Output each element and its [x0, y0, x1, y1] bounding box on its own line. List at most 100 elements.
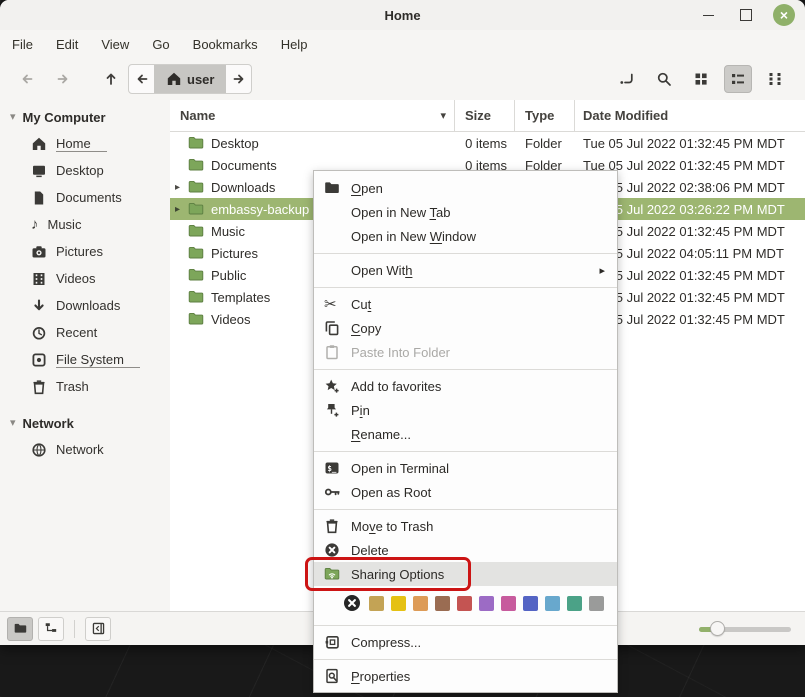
search-button[interactable]	[650, 65, 678, 93]
menu-item-pin[interactable]: Pin	[314, 398, 617, 422]
svg-text:$_: $_	[327, 464, 337, 473]
color-swatch-4[interactable]	[457, 596, 472, 611]
download-icon	[31, 298, 47, 314]
menubar-item-view[interactable]: View	[99, 35, 131, 54]
file-row-desktop[interactable]: Desktop0 itemsFolderTue 05 Jul 2022 01:3…	[170, 132, 805, 154]
close-button[interactable]: ×	[773, 4, 795, 26]
sidebar-item-label: Videos	[56, 271, 96, 286]
menu-item-cut[interactable]: ✂Cut	[314, 292, 617, 316]
folder-icon	[188, 289, 204, 305]
sidebar-item-home[interactable]: Home	[0, 130, 170, 157]
menu-item-delete[interactable]: Delete	[314, 538, 617, 562]
color-swatch-6[interactable]	[501, 596, 516, 611]
toggle-location-entry-button[interactable]	[613, 65, 641, 93]
menu-item-open-in-new-window[interactable]: Open in New Window	[314, 224, 617, 248]
column-header-label: Type	[525, 108, 554, 123]
file-type-cell: Folder	[515, 136, 575, 151]
sidebar-item-pictures[interactable]: Pictures	[0, 238, 170, 265]
sidebar-item-label: Trash	[56, 379, 89, 394]
minimize-button[interactable]	[697, 4, 719, 26]
menubar-item-help[interactable]: Help	[279, 35, 310, 54]
sidebar-item-desktop[interactable]: Desktop	[0, 157, 170, 184]
menubar-item-bookmarks[interactable]: Bookmarks	[191, 35, 260, 54]
hide-sidebar-button[interactable]	[85, 617, 111, 641]
file-name-label: Desktop	[211, 136, 259, 151]
menubar-item-file[interactable]: File	[10, 35, 35, 54]
show-places-button[interactable]	[7, 617, 33, 641]
sidebar-item-file-system[interactable]: File System	[0, 346, 170, 373]
sidebar-item-recent[interactable]: Recent	[0, 319, 170, 346]
menu-item-open-as-root[interactable]: Open as Root	[314, 480, 617, 504]
menu-item-properties[interactable]: Properties	[314, 664, 617, 688]
menu-item-label: Rename...	[351, 427, 411, 442]
color-swatch-5[interactable]	[479, 596, 494, 611]
home-icon	[31, 136, 47, 152]
color-swatch-9[interactable]	[567, 596, 582, 611]
menu-item-open-with[interactable]: Open With▸	[314, 258, 617, 282]
column-header-type[interactable]: Type	[515, 100, 575, 131]
file-name-cell: Desktop	[170, 135, 455, 151]
copy-icon	[324, 320, 342, 336]
menu-item-label: Copy	[351, 321, 381, 336]
color-swatch-7[interactable]	[523, 596, 538, 611]
sidebar-item-music[interactable]: ♪Music	[0, 211, 170, 238]
breadcrumb-right-arrow[interactable]	[226, 65, 251, 93]
color-swatch-10[interactable]	[589, 596, 604, 611]
menu-item-open[interactable]: Open	[314, 176, 617, 200]
menu-icon-spacer	[324, 204, 342, 220]
menu-item-open-in-new-tab[interactable]: Open in New Tab	[314, 200, 617, 224]
zoom-slider[interactable]	[699, 622, 791, 636]
breadcrumb-left-arrow[interactable]	[129, 65, 154, 93]
sidebar-item-network[interactable]: Network	[0, 436, 170, 463]
menu-item-move-to-trash[interactable]: Move to Trash	[314, 514, 617, 538]
color-swatch-2[interactable]	[413, 596, 428, 611]
color-swatch-0[interactable]	[369, 596, 384, 611]
file-name-label: Documents	[211, 158, 277, 173]
menu-item-compress[interactable]: Compress...	[314, 630, 617, 654]
breadcrumb: user	[128, 64, 252, 94]
menubar-item-edit[interactable]: Edit	[54, 35, 80, 54]
show-treeview-button[interactable]	[38, 617, 64, 641]
up-icon	[103, 71, 119, 87]
context-menu: Open Open in New Tab Open in New Window Ope…	[313, 170, 618, 693]
folder-icon	[188, 311, 204, 327]
column-header-date-modified[interactable]: Date Modified	[575, 100, 805, 131]
column-header-size[interactable]: Size	[455, 100, 515, 131]
menu-item-label: Open	[351, 181, 383, 196]
sidebar-section-network[interactable]: ▾Network	[0, 410, 170, 436]
film-icon	[31, 271, 47, 287]
menu-item-copy[interactable]: Copy	[314, 316, 617, 340]
menubar-item-go[interactable]: Go	[150, 35, 171, 54]
clear-color-icon[interactable]	[343, 594, 361, 612]
breadcrumb-current-user[interactable]: user	[154, 65, 226, 93]
menu-item-open-in-terminal[interactable]: $_Open in Terminal	[314, 456, 617, 480]
up-button[interactable]	[98, 65, 124, 93]
sidebar-item-trash[interactable]: Trash	[0, 373, 170, 400]
forward-button[interactable]	[50, 65, 76, 93]
submenu-arrow-icon: ▸	[599, 264, 605, 277]
color-swatch-1[interactable]	[391, 596, 406, 611]
column-header-name[interactable]: Name▾	[170, 100, 455, 131]
menu-item-rename[interactable]: Rename...	[314, 422, 617, 446]
color-swatch-3[interactable]	[435, 596, 450, 611]
titlebar[interactable]: Home ×	[0, 0, 805, 30]
back-button[interactable]	[14, 65, 40, 93]
menu-separator	[314, 625, 617, 626]
list-view-button[interactable]	[724, 65, 752, 93]
zoom-slider-thumb[interactable]	[710, 621, 725, 636]
color-swatch-8[interactable]	[545, 596, 560, 611]
sidebar-section-my-computer[interactable]: ▾My Computer	[0, 104, 170, 130]
menu-separator	[314, 451, 617, 452]
menu-item-paste-into-folder[interactable]: Paste Into Folder	[314, 340, 617, 364]
menu-item-sharing-options[interactable]: Sharing Options	[314, 562, 617, 586]
compact-view-button[interactable]	[761, 65, 789, 93]
file-name-label: Templates	[211, 290, 270, 305]
sidebar-item-downloads[interactable]: Downloads	[0, 292, 170, 319]
icon-view-button[interactable]	[687, 65, 715, 93]
sidebar-item-documents[interactable]: Documents	[0, 184, 170, 211]
menu-item-add-to-favorites[interactable]: Add to favorites	[314, 374, 617, 398]
maximize-button[interactable]	[735, 4, 757, 26]
sidebar-item-videos[interactable]: Videos	[0, 265, 170, 292]
menu-item-label: Open in New Window	[351, 229, 476, 244]
breadcrumb-current-label: user	[187, 72, 214, 87]
